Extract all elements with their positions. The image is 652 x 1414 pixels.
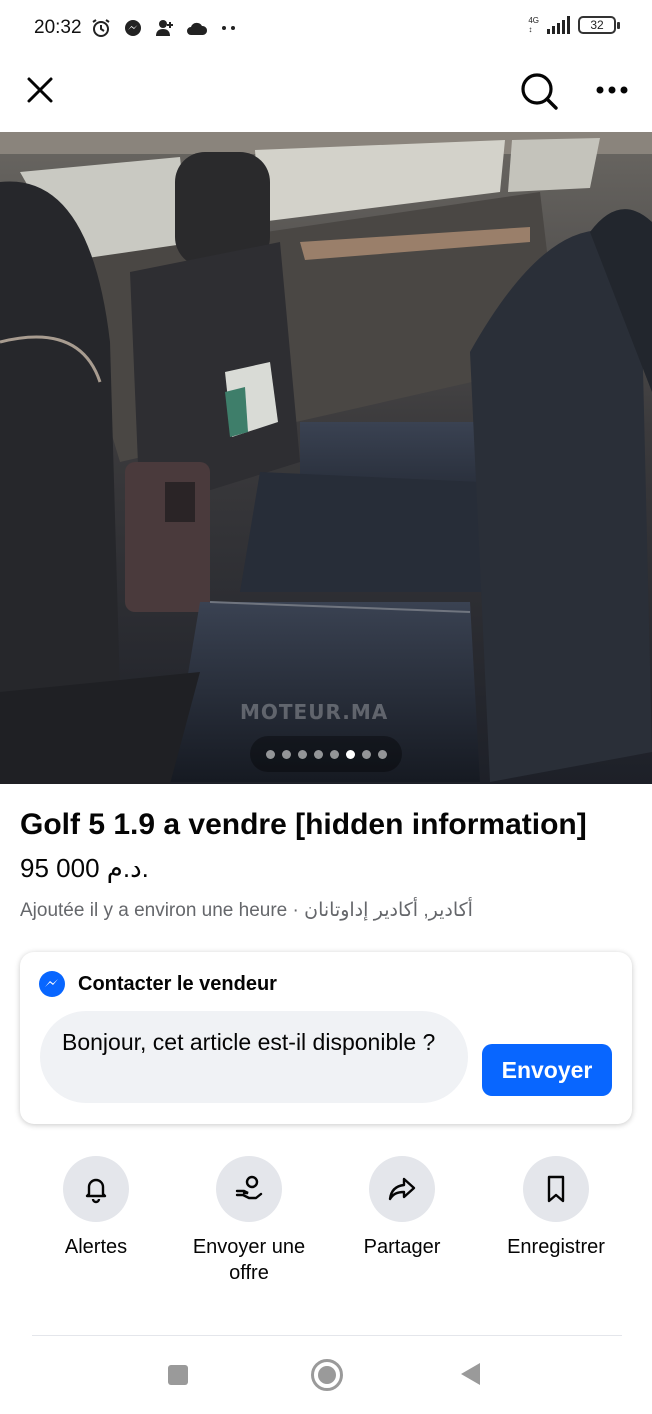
close-button[interactable] (20, 70, 60, 110)
alerts-label: Alertes (64, 1236, 128, 1258)
share-circle (369, 1156, 435, 1222)
messenger-icon (122, 17, 144, 39)
bookmark-icon (547, 1175, 565, 1203)
battery-icon: 32 (578, 16, 620, 34)
person-icon (154, 17, 176, 39)
status-notification-icons (90, 17, 240, 39)
recent-apps-button[interactable] (168, 1365, 188, 1385)
pagination-dot (361, 749, 371, 759)
save-circle (523, 1156, 589, 1222)
search-icon (521, 73, 558, 110)
status-bar: 20:32 4G ↕ 32 (0, 0, 652, 58)
contact-title: Contacter le vendeur (78, 972, 277, 995)
divider (32, 1335, 622, 1336)
share-label: Partager (363, 1236, 441, 1258)
app-bar (0, 58, 652, 132)
pagination-dot (329, 749, 339, 759)
pagination-dot (313, 749, 323, 759)
search-button[interactable] (516, 68, 562, 114)
message-input[interactable]: Bonjour, cet article est-il disponible ? (40, 1011, 468, 1103)
alerts-circle (63, 1156, 129, 1222)
offer-circle (216, 1156, 282, 1222)
alerts-button[interactable]: Alertes (16, 1156, 176, 1260)
share-button[interactable]: Partager (322, 1156, 482, 1260)
share-arrow-icon (388, 1177, 416, 1201)
photo-pagination (250, 736, 402, 772)
listing-title: Golf 5 1.9 a vendre [hidden information] (20, 808, 587, 841)
offer-label: Envoyer une offre (192, 1236, 306, 1284)
cloud-icon (186, 17, 208, 39)
status-time: 20:32 (34, 17, 82, 38)
pagination-dot (297, 749, 307, 759)
close-icon (27, 77, 53, 103)
more-options-button[interactable] (590, 70, 634, 110)
more-horizontal-icon (596, 86, 628, 94)
alarm-icon (90, 17, 112, 39)
car-interior-image (0, 132, 652, 784)
system-navigation-bar (0, 1346, 652, 1414)
pagination-dot (377, 749, 387, 759)
offer-hand-icon (235, 1175, 263, 1200)
contact-header: Contacter le vendeur (38, 970, 277, 998)
save-button[interactable]: Enregistrer (476, 1156, 636, 1260)
pagination-dot (281, 749, 291, 759)
status-system-icons: 4G ↕ 32 (528, 16, 620, 34)
make-offer-button[interactable]: Envoyer une offre (169, 1156, 329, 1286)
action-buttons: Alertes Envoyer une offre Partager Enreg… (0, 1156, 652, 1306)
home-icon (318, 1366, 336, 1384)
signal-icon (547, 16, 570, 34)
pagination-dot (345, 749, 355, 759)
home-button[interactable] (311, 1359, 343, 1391)
back-button[interactable] (461, 1363, 480, 1385)
more-dots-icon (218, 17, 240, 39)
send-button[interactable]: Envoyer (482, 1044, 612, 1096)
contact-seller-card: Contacter le vendeur Bonjour, cet articl… (20, 952, 632, 1124)
bell-icon (85, 1178, 107, 1204)
photo-watermark: MOTEUR.MA (240, 700, 389, 724)
messenger-icon (39, 971, 65, 997)
listing-photo[interactable]: MOTEUR.MA (0, 132, 652, 784)
pagination-dot (265, 749, 275, 759)
listing-meta: Ajoutée il y a environ une heure · أكادي… (20, 900, 473, 921)
listing-price: 95 000 د.م. (20, 853, 149, 883)
save-label: Enregistrer (507, 1236, 605, 1258)
network-type: 4G ↕ (528, 16, 539, 34)
